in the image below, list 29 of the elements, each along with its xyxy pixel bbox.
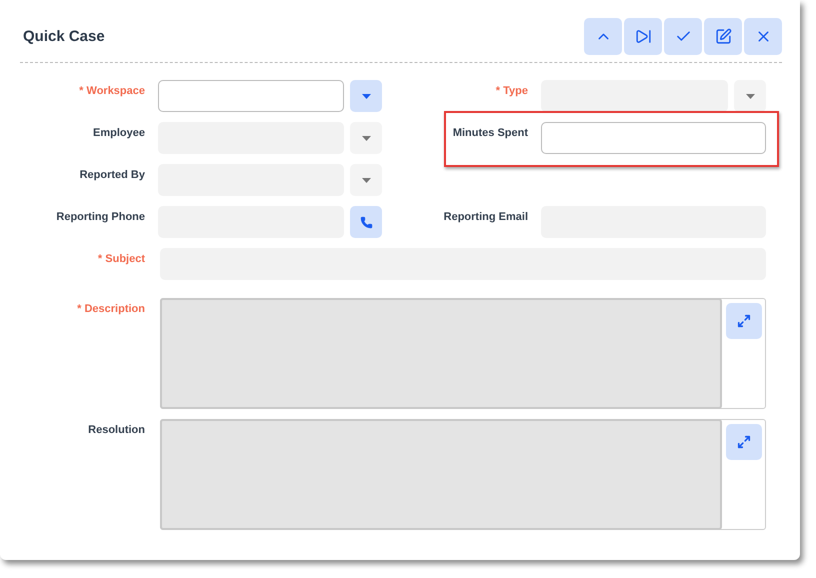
field-label: Reporting Email [442, 210, 529, 225]
field-label: * Description [76, 302, 146, 317]
skip-next-button[interactable] [624, 18, 662, 55]
edit-icon [714, 28, 732, 45]
field-label: Employee [92, 126, 146, 141]
call-button[interactable] [350, 206, 382, 238]
field-label: Reporting Phone [55, 210, 146, 225]
expand-icon [736, 314, 750, 328]
expand-button[interactable] [726, 303, 762, 339]
field-label: * Type [494, 84, 529, 99]
input-field[interactable] [541, 122, 766, 154]
field-label: * Workspace [78, 84, 146, 99]
caret-icon [362, 94, 370, 98]
field-label: * Subject [96, 252, 146, 267]
dialog-title: Quick Case [22, 28, 105, 45]
caret-icon [362, 178, 370, 182]
dropdown-button[interactable] [350, 80, 382, 112]
caret-icon [746, 94, 754, 98]
expand-icon [736, 435, 750, 449]
skip-next-icon [634, 28, 652, 45]
edit-button[interactable] [704, 18, 742, 55]
dropdown-field[interactable] [158, 80, 344, 112]
field-label: Minutes Spent [452, 126, 529, 141]
field-label: Resolution [87, 423, 146, 438]
caret-icon [362, 136, 370, 140]
expand-button[interactable] [726, 424, 762, 460]
field-label: Reported By [78, 168, 146, 183]
phone-icon [360, 216, 372, 228]
close-button[interactable] [744, 18, 782, 55]
